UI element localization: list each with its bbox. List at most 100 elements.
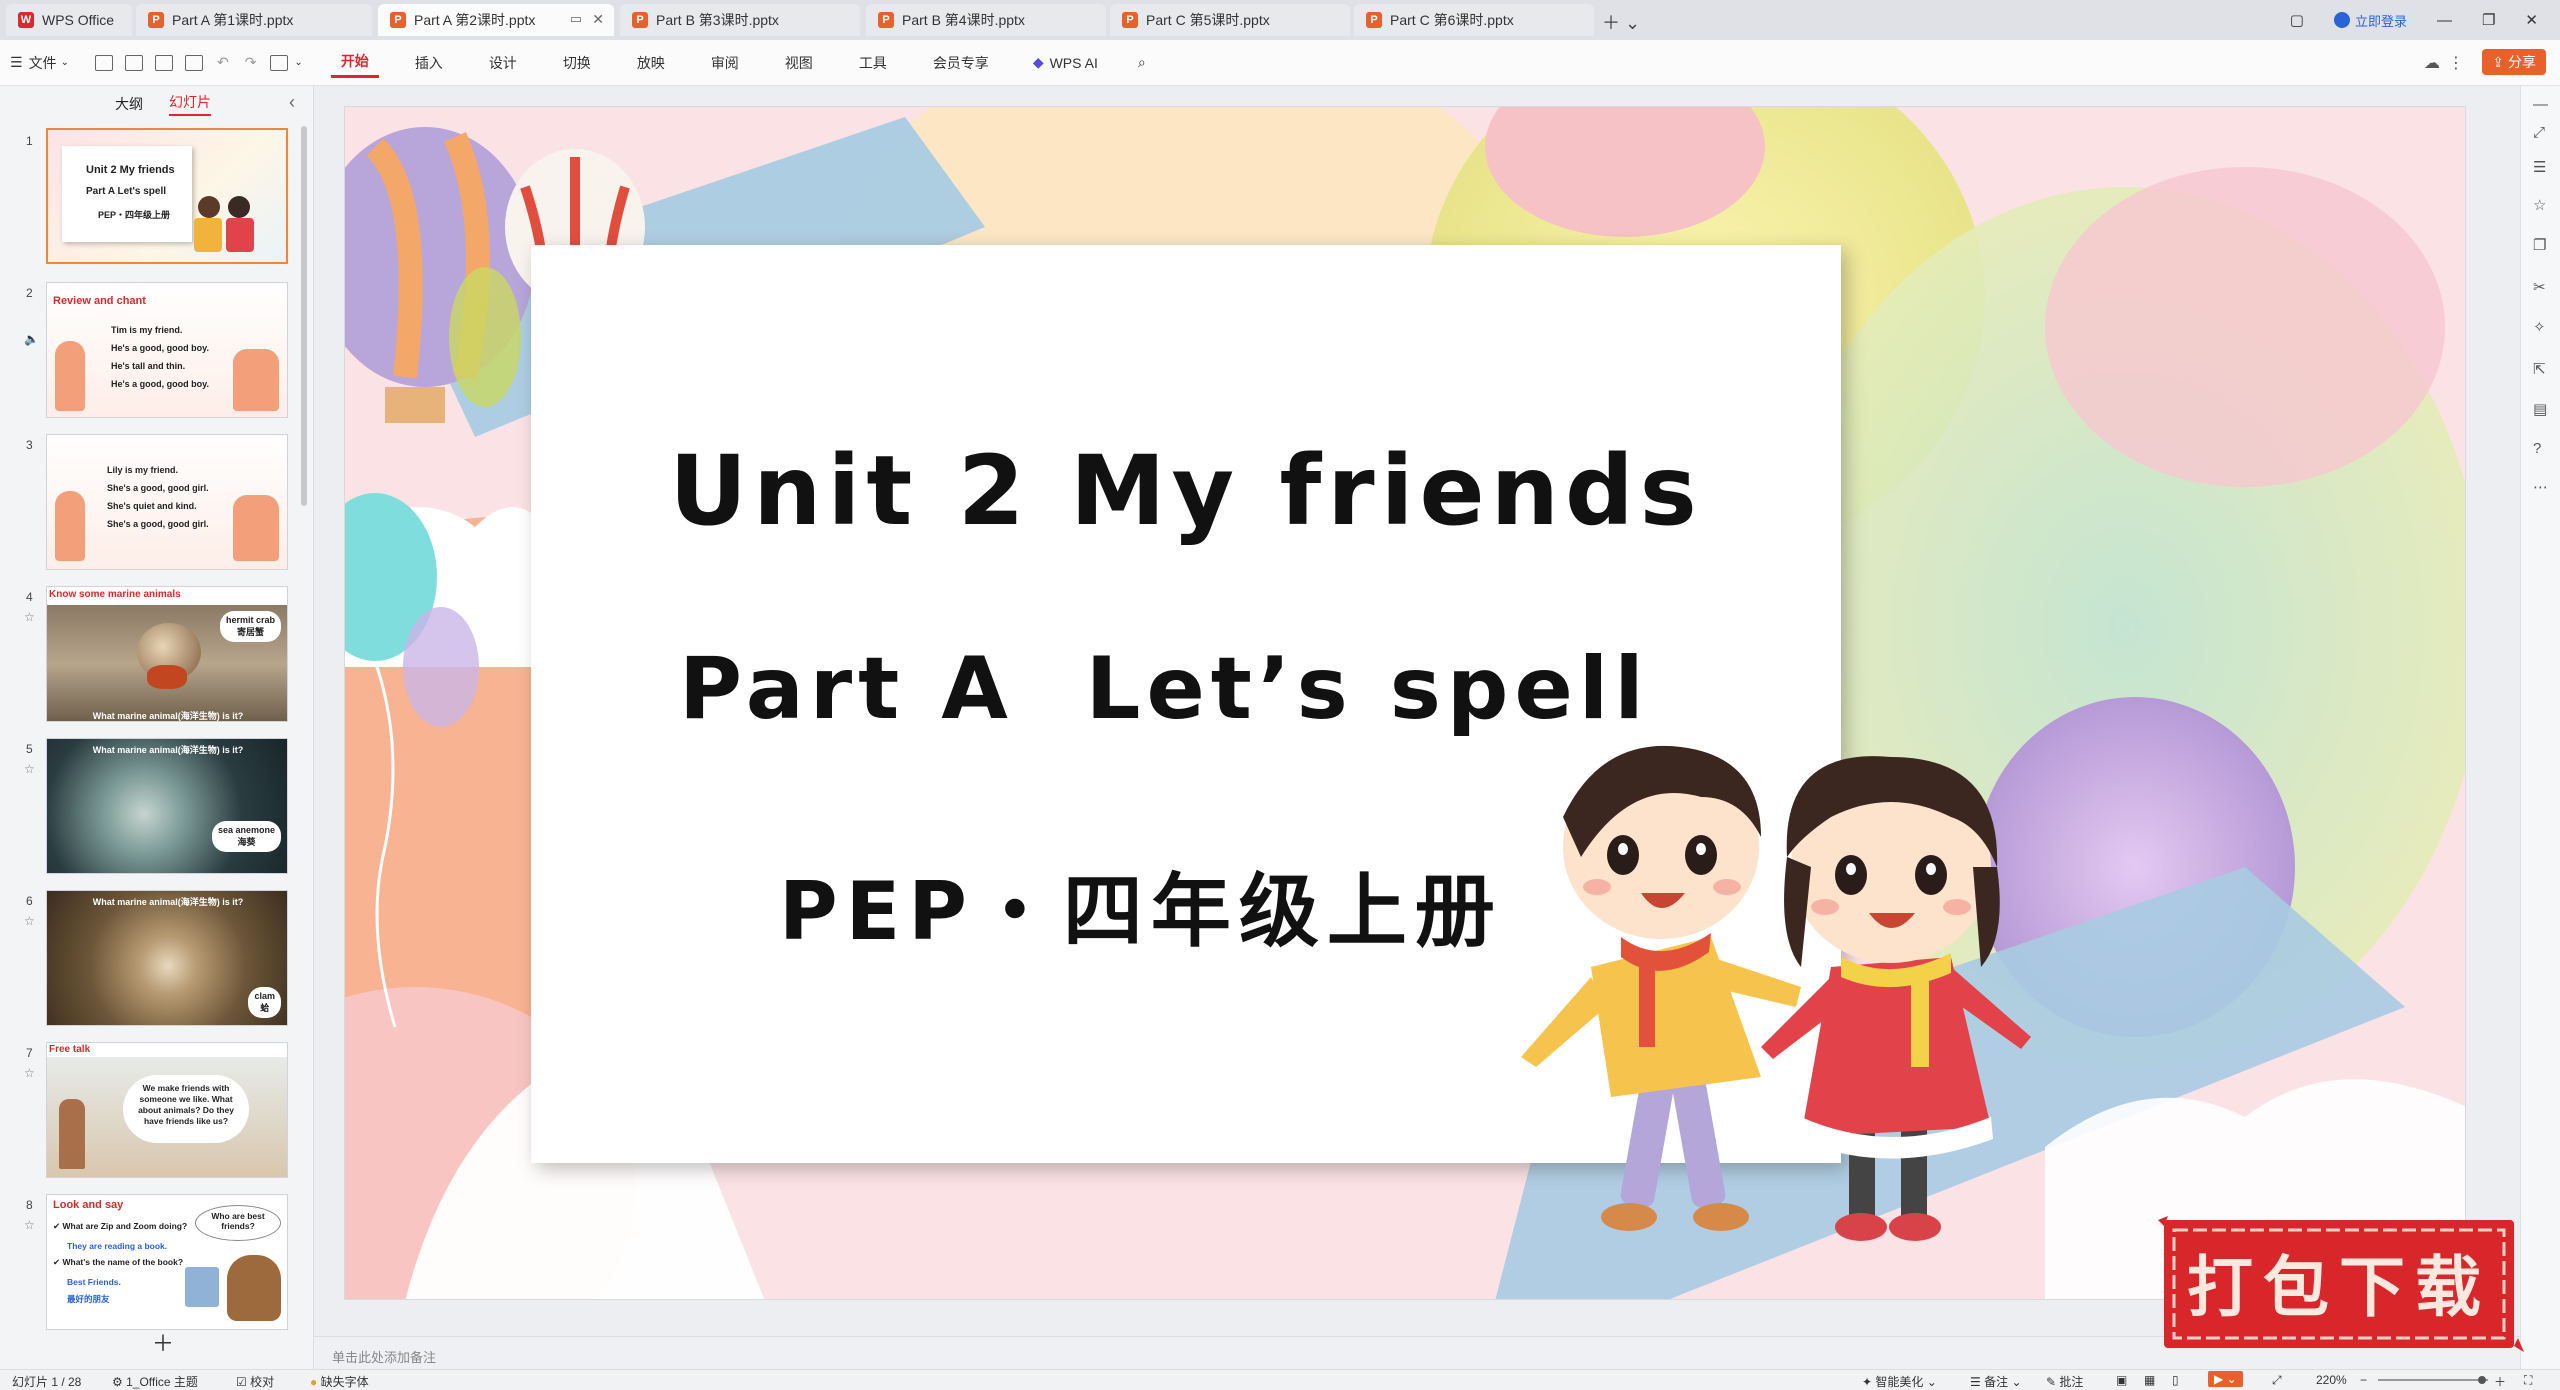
wps-presentation-window: W WPS Office P Part A 第1课时.pptx P Part A… [0,0,2560,1390]
quick-tools: ↶ ↷ ⌄ [79,48,313,78]
tab-part-a-2[interactable]: P Part A 第2课时.pptx ▭ ✕ [378,4,614,36]
slide-title[interactable]: Unit 2 My friends [531,435,1841,547]
normal-view-icon[interactable]: ▣ [2116,1373,2127,1387]
collapse-panel-icon[interactable]: ‹ [289,92,295,113]
slide-subtitle[interactable]: Part A Let’s spell [679,639,1650,739]
slide-thumbnail-2[interactable]: Review and chant Tim is my friend. He's … [46,282,288,418]
ribbon-tab-member[interactable]: 会员专享 [923,48,999,78]
right-sidebar: — ⤢ ☰ ☆ ❐ ✂ ✧ ⇱ ▤ ? ⋯ [2520,86,2560,1369]
missing-font-button[interactable]: ● 缺失字体 [310,1373,369,1390]
slide-edition-label[interactable]: PEP・四年级上册 [779,847,1503,963]
screen-icon[interactable]: ▭ [570,11,582,27]
tab-part-c-6[interactable]: P Part C 第6课时.pptx [1354,4,1594,36]
preview-icon[interactable] [184,54,203,71]
ribbon-tab-design[interactable]: 设计 [479,48,527,78]
save-icon[interactable] [94,54,113,71]
slide-number-3: 3 [26,438,33,452]
tab-part-c-5[interactable]: P Part C 第5课时.pptx [1110,4,1350,36]
animation-icon[interactable]: ✧ [2533,318,2546,336]
zoom-out-icon[interactable]: − [2360,1373,2367,1387]
zoom-fit-icon[interactable]: ⤢ [2272,1373,2282,1388]
expand-icon[interactable]: ⤢ [2533,124,2545,141]
star-icon: ☆ [24,1218,35,1232]
tab-part-a-1[interactable]: P Part A 第1课时.pptx [136,4,372,36]
tab-outline[interactable]: 大纲 [115,94,143,114]
search-icon[interactable]: ⌕ [1128,48,1156,78]
zoom-level[interactable]: 220% [2316,1373,2347,1387]
new-tab-icon[interactable]: ＋ ⌄ [1602,9,1640,35]
zoom-in-icon[interactable]: ＋ [2494,1373,2506,1390]
slide-thumbnail-3[interactable]: Lily is my friend. She's a good, good gi… [46,434,288,570]
slide-editing-canvas: Unit 2 My friends Part A Let’s spell PEP… [314,86,2520,1336]
settings-sliders-icon[interactable]: ☰ [2533,158,2546,176]
theme-icon: ⚙ [112,1375,127,1389]
minimize-icon[interactable]: — [2437,12,2452,29]
restore-icon[interactable]: ❐ [2482,11,2495,29]
redo-icon[interactable]: ↷ [245,54,257,71]
document-tab-bar: W WPS Office P Part A 第1课时.pptx P Part A… [0,0,2560,40]
minimize-panel-icon[interactable]: — [2533,96,2548,113]
layout-icon[interactable]: ▢ [2290,11,2304,29]
wps-ai-button[interactable]: ◆ WPS AI [1023,48,1108,78]
tab-slides[interactable]: 幻灯片 [169,92,211,116]
slide-thumbnail-4[interactable]: Know some marine animals hermit crab 寄居蟹 … [46,586,288,722]
help-icon[interactable]: ? [2533,440,2541,457]
fit-window-icon[interactable]: ⛶ [2524,1373,2532,1388]
theme-indicator[interactable]: ⚙ 1_Office 主题 [112,1373,198,1390]
ribbon-tab-insert[interactable]: 插入 [405,48,453,78]
export-icon[interactable] [124,54,143,71]
slide-counter: 幻灯片 1 / 28 [12,1375,82,1389]
proofing-button[interactable]: ☑ 校对 [236,1373,274,1390]
current-slide[interactable]: Unit 2 My friends Part A Let’s spell PEP… [344,106,2466,1300]
zoom-slider-handle[interactable] [2478,1376,2486,1384]
ribbon-tab-view[interactable]: 视图 [775,48,823,78]
panel-scrollbar[interactable] [301,126,307,506]
ribbon-tab-tools[interactable]: 工具 [849,48,897,78]
comments-button[interactable]: ✎ 批注 [2046,1373,2083,1390]
ribbon-tab-review[interactable]: 审阅 [701,48,749,78]
thumb-bear-figure [227,1255,281,1321]
undo-icon[interactable]: ↶ [217,54,229,71]
play-slideshow-button[interactable]: ▶ ⌄ [2208,1371,2243,1387]
add-slide-button[interactable]: ＋ [152,1326,174,1358]
star-icon: ☆ [24,610,35,624]
thumb-label-bubble: hermit crab 寄居蟹 [219,611,281,642]
tab-part-b-3[interactable]: P Part B 第3课时.pptx [620,4,860,36]
smart-beautify-button[interactable]: ✦ 智能美化 ⌄ [1862,1373,1937,1390]
file-menu[interactable]: ☰ 文件 ⌄ [0,48,79,78]
more-icon[interactable]: ⋯ [2533,478,2548,496]
notes-toggle-button[interactable]: ☰ 备注 ⌄ [1970,1373,2022,1390]
layers-icon[interactable]: ❐ [2533,236,2546,254]
slide-thumbnail-1[interactable]: Unit 2 My friends Part A Let's spell PEP… [46,128,288,264]
reading-view-icon[interactable]: ▯ [2172,1373,2179,1387]
thumb-teacher-figure [59,1099,85,1169]
ribbon-tab-transition[interactable]: 切换 [553,48,601,78]
tools-icon[interactable]: ✂ [2533,278,2546,296]
zoom-slider[interactable] [2378,1379,2488,1381]
more-quick-icon[interactable]: ⌄ [294,57,302,68]
format-painter-icon[interactable] [270,54,289,71]
slide-thumbnail-6[interactable]: What marine animal(海洋生物) is it? clam 蛤 [46,890,288,1026]
wps-logo-icon: W [18,12,34,28]
tab-wps-office[interactable]: W WPS Office [6,4,132,36]
ribbon-toolbar: ☰ 文件 ⌄ ↶ ↷ ⌄ 开始 插入 设计 切换 放映 审阅 视图 工具 会员专享 … [0,40,2560,86]
close-tab-icon[interactable]: ✕ [592,11,604,28]
tab-part-b-4[interactable]: P Part B 第4课时.pptx [866,4,1106,36]
share-panel-icon[interactable]: ⇱ [2533,360,2546,378]
cloud-icon[interactable]: ☁ [2424,53,2440,73]
ribbon-tab-slideshow[interactable]: 放映 [627,48,675,78]
login-button[interactable]: 立即登录 [2333,11,2407,30]
share-button[interactable]: ⇪ 分享 [2482,49,2546,75]
more-icon[interactable]: ⋮ [2448,53,2464,73]
sorter-view-icon[interactable]: ▦ [2144,1373,2155,1387]
favorite-icon[interactable]: ☆ [2533,196,2546,214]
print-icon[interactable] [154,54,173,71]
slide-thumbnail-5[interactable]: What marine animal(海洋生物) is it? sea anem… [46,738,288,874]
ai-sparkle-icon: ◆ [1032,54,1044,70]
ppt-file-icon: P [1366,12,1382,28]
document-icon[interactable]: ▤ [2533,400,2547,418]
slide-thumbnail-8[interactable]: Look and say ✔ What are Zip and Zoom doi… [46,1194,288,1330]
ribbon-tab-home[interactable]: 开始 [330,48,379,78]
close-window-icon[interactable]: ✕ [2525,11,2538,29]
slide-thumbnail-7[interactable]: Free talk We make friends with someone w… [46,1042,288,1178]
